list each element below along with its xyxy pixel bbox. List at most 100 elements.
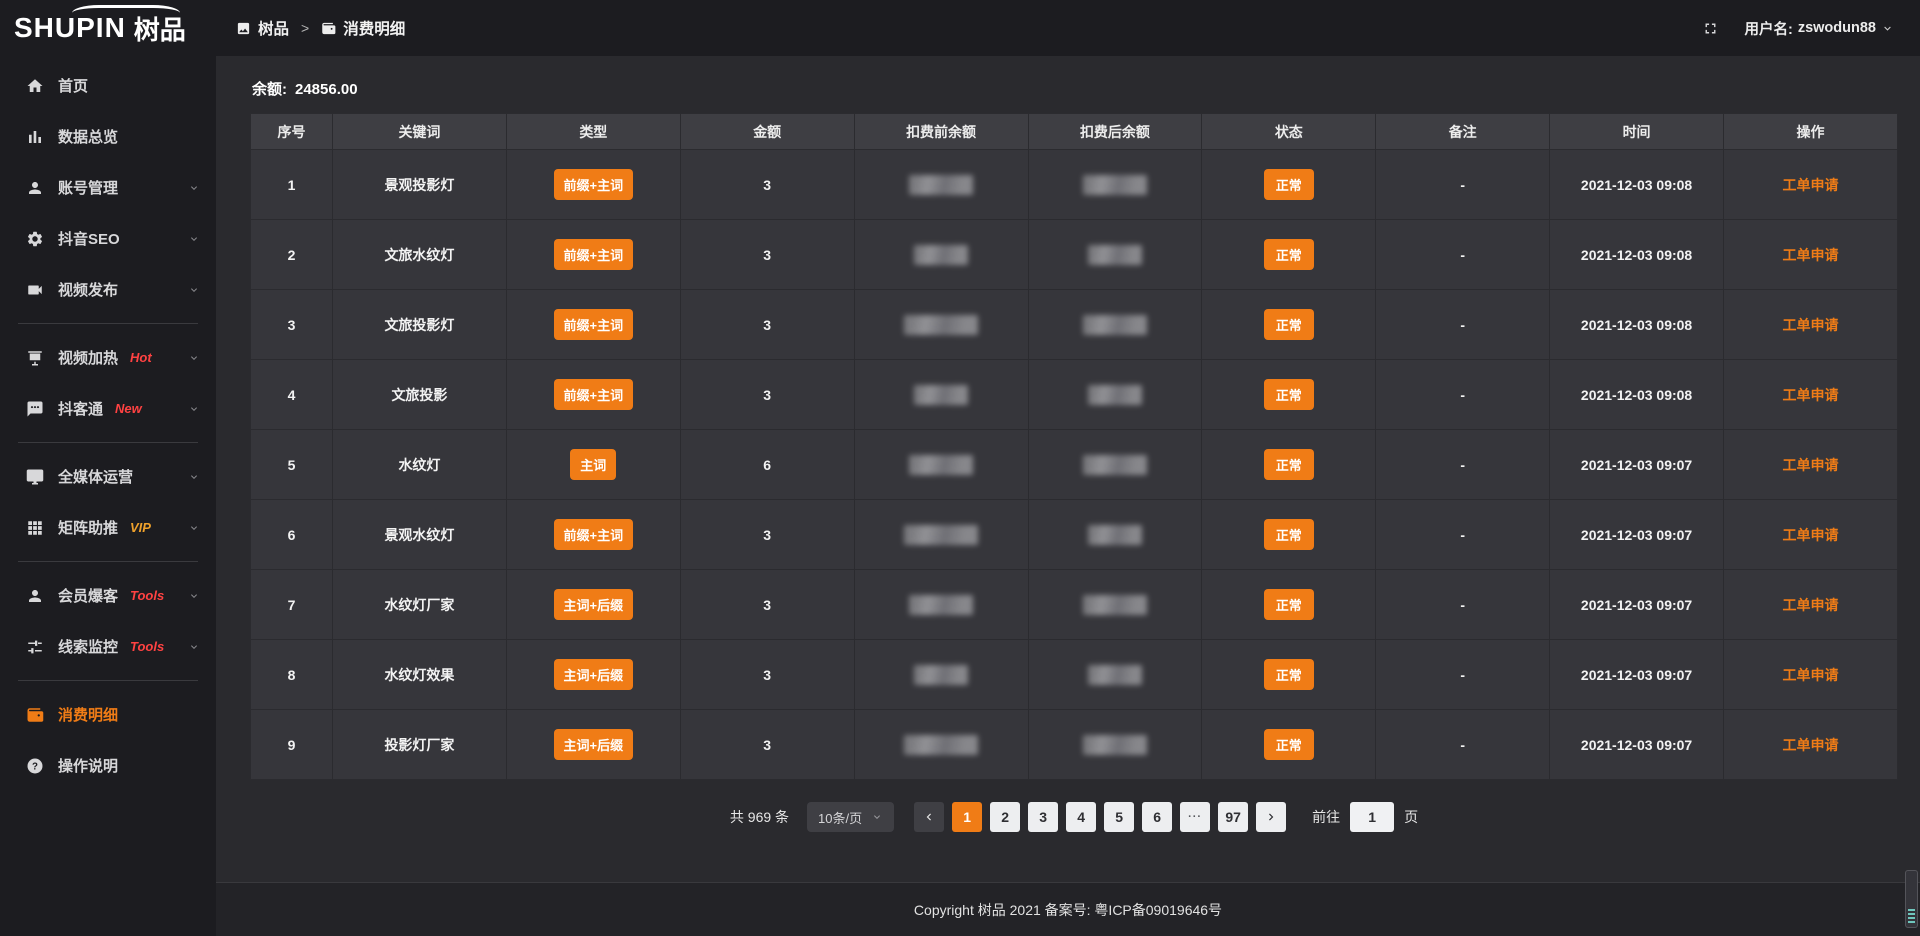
column-header: 类型 <box>506 114 680 150</box>
cell-time: 2021-12-03 09:07 <box>1550 500 1724 570</box>
sidebar-item-user[interactable]: 账号管理 <box>0 162 216 213</box>
pagination-pages: 123456 ··· 97 <box>914 802 1286 832</box>
monitor-icon <box>26 468 44 486</box>
ticket-apply-link[interactable]: 工单申请 <box>1783 177 1839 193</box>
pagination-page-5[interactable]: 5 <box>1104 802 1134 832</box>
sidebar-item-member[interactable]: 会员爆客Tools <box>0 570 216 621</box>
sidebar-item-chart[interactable]: 数据总览 <box>0 111 216 162</box>
ticket-apply-link[interactable]: 工单申请 <box>1783 667 1839 683</box>
consumption-table-wrap: 序号关键词类型金额扣费前余额扣费后余额状态备注时间操作 1景观投影灯前缀+主词3… <box>250 113 1898 780</box>
sidebar-item-home[interactable]: 首页 <box>0 60 216 111</box>
cell-type: 主词+后缀 <box>506 570 680 640</box>
cell-keyword: 文旅投影灯 <box>333 290 507 360</box>
sidebar-item-heat[interactable]: 视频加热Hot <box>0 332 216 383</box>
goto-label: 前往 <box>1312 807 1340 827</box>
type-badge: 主词 <box>570 449 616 480</box>
pagination-page-97[interactable]: 97 <box>1218 802 1248 832</box>
cell-status: 正常 <box>1202 360 1376 430</box>
breadcrumb-brand-label: 树品 <box>258 17 289 39</box>
cell-amount: 3 <box>680 150 854 220</box>
cell-no: 8 <box>251 640 333 710</box>
status-badge: 正常 <box>1264 379 1314 410</box>
pagination-page-3[interactable]: 3 <box>1028 802 1058 832</box>
sidebar-item-video[interactable]: 视频发布 <box>0 264 216 315</box>
sidebar-item-label: 账号管理 <box>58 177 118 198</box>
cell-action: 工单申请 <box>1724 640 1898 710</box>
page-footer: Copyright 树品 2021 备案号: 粤ICP备09019646号 <box>216 882 1920 936</box>
cell-status: 正常 <box>1202 710 1376 780</box>
sidebar-item-label: 视频加热 <box>58 347 118 368</box>
goto-page-input[interactable] <box>1350 802 1394 832</box>
pagination-page-1[interactable]: 1 <box>952 802 982 832</box>
ticket-apply-link[interactable]: 工单申请 <box>1783 387 1839 403</box>
cell-action: 工单申请 <box>1724 710 1898 780</box>
chevron-down-icon <box>871 811 883 823</box>
ticket-apply-link[interactable]: 工单申请 <box>1783 317 1839 333</box>
sidebar-menu: 首页数据总览账号管理抖音SEO视频发布视频加热Hot抖客通New 全媒体运营矩阵助… <box>0 60 216 791</box>
floating-widget[interactable] <box>1905 870 1918 928</box>
cell-remark: - <box>1376 150 1550 220</box>
chevron-down-icon <box>188 522 200 534</box>
ticket-apply-link[interactable]: 工单申请 <box>1783 737 1839 753</box>
cell-type: 主词 <box>506 430 680 500</box>
sidebar-item-gear[interactable]: 抖音SEO <box>0 213 216 264</box>
heat-icon <box>26 349 44 367</box>
column-header: 操作 <box>1724 114 1898 150</box>
sidebar-item-grid[interactable]: 矩阵助推VIP <box>0 502 216 553</box>
table-row: 2文旅水纹灯前缀+主词3正常-2021-12-03 09:08工单申请 <box>251 220 1898 290</box>
censored-balance-after <box>1083 315 1147 335</box>
cell-balance-before <box>854 500 1028 570</box>
sidebar-item-question[interactable]: ?操作说明 <box>0 740 216 791</box>
column-header: 金额 <box>680 114 854 150</box>
menu-badge: New <box>115 401 142 416</box>
pagination-prev-button[interactable] <box>914 802 944 832</box>
pagination-next-button[interactable] <box>1256 802 1286 832</box>
page-size-select[interactable]: 10条/页 <box>807 802 894 832</box>
pagination-page-4[interactable]: 4 <box>1066 802 1096 832</box>
status-badge: 正常 <box>1264 519 1314 550</box>
cell-no: 9 <box>251 710 333 780</box>
chart-icon <box>26 128 44 146</box>
breadcrumb-item-current[interactable]: 消费明细 <box>321 17 405 39</box>
username-label: 用户名: <box>1745 18 1793 39</box>
cell-time: 2021-12-03 09:07 <box>1550 710 1724 780</box>
video-icon <box>26 281 44 299</box>
sidebar-item-chat[interactable]: 抖客通New <box>0 383 216 434</box>
sidebar-item-label: 首页 <box>58 75 88 96</box>
cell-time: 2021-12-03 09:07 <box>1550 570 1724 640</box>
cell-amount: 3 <box>680 640 854 710</box>
pagination-page-2[interactable]: 2 <box>990 802 1020 832</box>
sidebar-item-sliders[interactable]: 线索监控Tools <box>0 621 216 672</box>
cell-balance-before <box>854 430 1028 500</box>
fullscreen-icon[interactable] <box>1702 20 1719 37</box>
cell-keyword: 文旅水纹灯 <box>333 220 507 290</box>
type-badge: 主词+后缀 <box>554 589 634 620</box>
cell-type: 前缀+主词 <box>506 500 680 570</box>
breadcrumb-item-brand[interactable]: 树品 <box>236 17 289 39</box>
table-row: 9投影灯厂家主词+后缀3正常-2021-12-03 09:07工单申请 <box>251 710 1898 780</box>
pagination-page-6[interactable]: 6 <box>1142 802 1172 832</box>
pagination: 共 969 条 10条/页 123456···97 前往 页 <box>250 802 1898 832</box>
footer-copyright: Copyright 树品 2021 备案号: 粤ICP备09019646号 <box>914 900 1222 920</box>
status-badge: 正常 <box>1264 169 1314 200</box>
cell-amount: 3 <box>680 500 854 570</box>
sidebar-item-wallet[interactable]: 消费明细 <box>0 689 216 740</box>
type-badge: 前缀+主词 <box>554 379 634 410</box>
sidebar-item-monitor[interactable]: 全媒体运营 <box>0 451 216 502</box>
column-header: 序号 <box>251 114 333 150</box>
cell-keyword: 水纹灯效果 <box>333 640 507 710</box>
ticket-apply-link[interactable]: 工单申请 <box>1783 457 1839 473</box>
chevron-down-icon <box>188 284 200 296</box>
pagination-ellipsis[interactable]: ··· <box>1180 802 1210 832</box>
brand-logo[interactable]: SHUPIN 树品 <box>0 0 216 56</box>
ticket-apply-link[interactable]: 工单申请 <box>1783 247 1839 263</box>
ticket-apply-link[interactable]: 工单申请 <box>1783 597 1839 613</box>
censored-balance-before <box>914 245 968 265</box>
goto-suffix-label: 页 <box>1404 807 1418 827</box>
user-dropdown[interactable]: 用户名: zswodun88 <box>1745 18 1895 39</box>
cell-balance-after <box>1028 430 1202 500</box>
table-row: 7水纹灯厂家主词+后缀3正常-2021-12-03 09:07工单申请 <box>251 570 1898 640</box>
cell-no: 3 <box>251 290 333 360</box>
ticket-apply-link[interactable]: 工单申请 <box>1783 527 1839 543</box>
cell-keyword: 水纹灯 <box>333 430 507 500</box>
